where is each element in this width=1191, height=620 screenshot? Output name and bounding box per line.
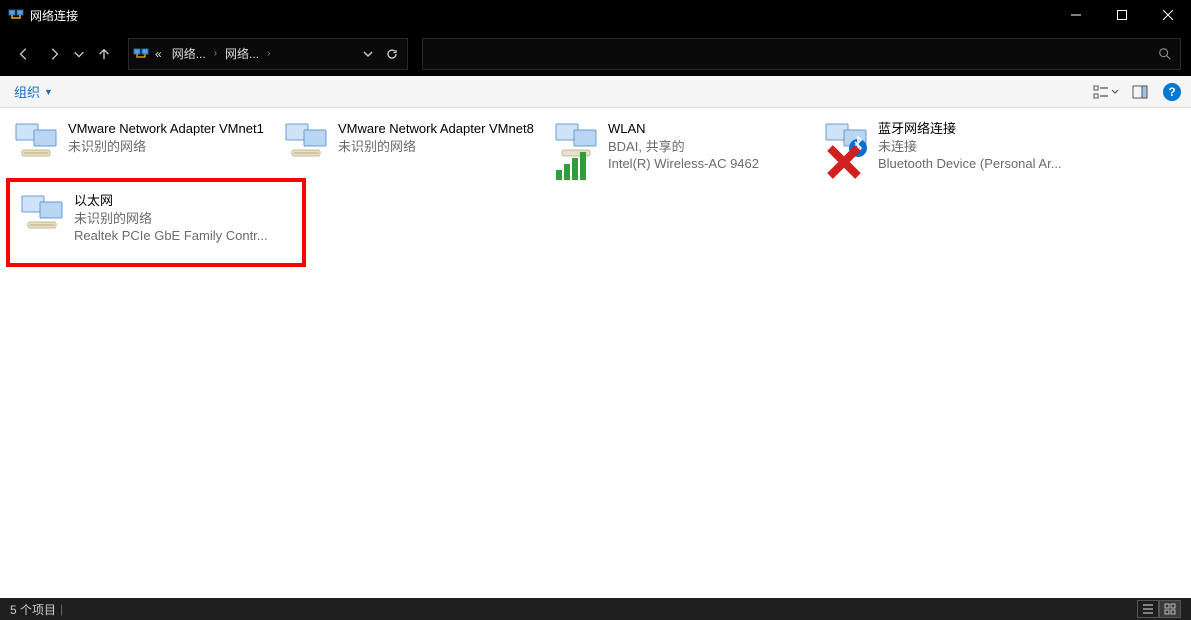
adapter-name: VMware Network Adapter VMnet1 [68,120,264,138]
network-adapter-icon [282,120,330,160]
status-bar: 5 个项目 | [0,598,1191,620]
breadcrumb-segment-2[interactable]: 网络... [221,43,263,64]
back-button[interactable] [10,40,38,68]
content-area[interactable]: VMware Network Adapter VMnet1 未识别的网络 VMw… [0,108,1191,598]
search-icon [1154,43,1176,65]
help-button[interactable]: ? [1161,81,1183,103]
network-adapter-item[interactable]: 蓝牙网络连接 未连接 Bluetooth Device (Personal Ar… [816,116,1086,172]
adapter-name: VMware Network Adapter VMnet8 [338,120,534,138]
adapter-status: 未识别的网络 [74,210,268,228]
network-adapter-icon [822,120,870,160]
details-view-button[interactable] [1137,600,1159,618]
network-adapter-icon [12,120,60,160]
tiles-view-button[interactable] [1159,600,1181,618]
app-icon [8,7,24,23]
organize-button[interactable]: 组织 ▼ [8,80,59,104]
forward-button[interactable] [40,40,68,68]
adapter-status: BDAI, 共享的 [608,138,759,156]
network-adapter-icon [18,192,66,232]
chevron-down-icon: ▼ [44,87,53,97]
breadcrumb-chevrons[interactable]: « [151,45,166,63]
up-button[interactable] [90,40,118,68]
address-right [357,43,403,65]
titlebar-left: 网络连接 [0,7,78,24]
status-separator: | [60,602,63,616]
adapter-device: Realtek PCIe GbE Family Contr... [74,227,268,245]
search-bar[interactable] [422,38,1181,70]
address-dropdown-button[interactable] [357,43,379,65]
refresh-button[interactable] [381,43,403,65]
view-options-button[interactable] [1093,81,1119,103]
network-adapter-item[interactable]: VMware Network Adapter VMnet1 未识别的网络 [6,116,276,172]
preview-pane-button[interactable] [1129,81,1151,103]
adapter-device: Intel(R) Wireless-AC 9462 [608,155,759,173]
network-adapter-item[interactable]: WLAN BDAI, 共享的 Intel(R) Wireless-AC 9462 [546,116,816,172]
adapter-name: WLAN [608,120,759,138]
minimize-button[interactable] [1053,0,1099,30]
address-bar[interactable]: « 网络... › 网络... › [128,38,408,70]
recent-locations-button[interactable] [70,40,88,68]
help-icon: ? [1163,83,1181,101]
network-adapter-item-highlighted[interactable]: 以太网 未识别的网络 Realtek PCIe GbE Family Contr… [6,178,306,267]
adapter-status: 未识别的网络 [68,138,264,156]
status-view-switcher [1137,600,1181,618]
titlebar: 网络连接 [0,0,1191,30]
breadcrumb-separator: › [212,48,219,59]
adapter-status: 未连接 [878,138,1062,156]
adapter-name: 以太网 [74,192,268,210]
organize-label: 组织 [14,82,40,101]
adapter-device: Bluetooth Device (Personal Ar... [878,155,1062,173]
nav-history-group [10,40,118,68]
navbar: « 网络... › 网络... › [0,30,1191,76]
wifi-signal-icon [550,142,570,162]
disconnected-x-icon [820,142,840,162]
breadcrumb-segment-1[interactable]: 网络... [168,43,210,64]
close-button[interactable] [1145,0,1191,30]
status-item-count: 5 个项目 [10,601,56,618]
breadcrumb-separator: › [265,48,272,59]
address-icon [133,46,149,62]
network-adapter-icon [552,120,600,160]
maximize-button[interactable] [1099,0,1145,30]
network-adapter-item[interactable]: VMware Network Adapter VMnet8 未识别的网络 [276,116,546,172]
search-input[interactable] [427,46,1154,62]
adapter-name: 蓝牙网络连接 [878,120,1062,138]
window: 网络连接 [0,0,1191,620]
window-title: 网络连接 [30,7,78,24]
command-bar: 组织 ▼ ? [0,76,1191,108]
adapter-status: 未识别的网络 [338,138,534,156]
